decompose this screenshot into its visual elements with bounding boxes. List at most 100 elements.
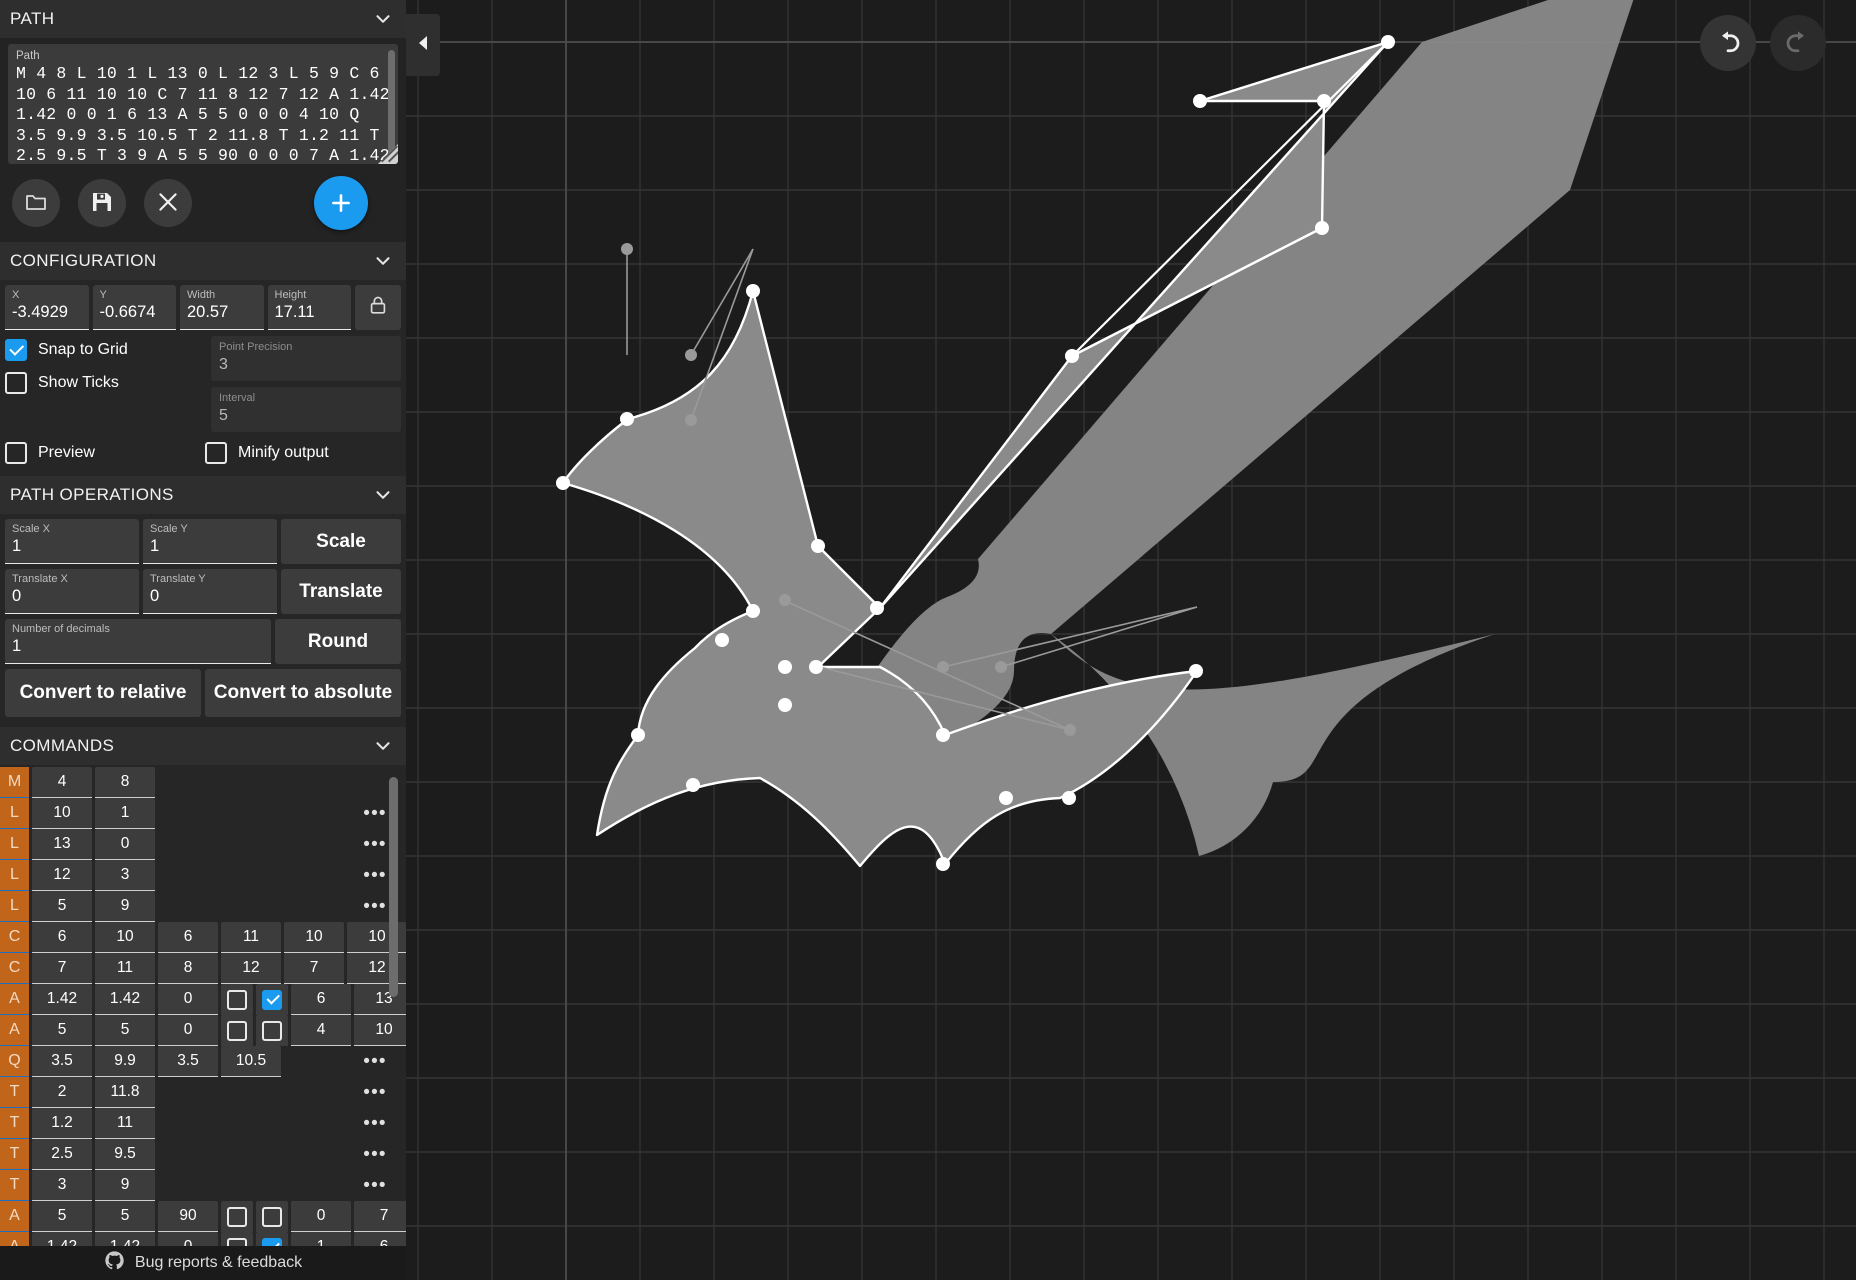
command-flag-checkbox[interactable] [221, 1201, 253, 1232]
command-value-cell[interactable]: 90 [158, 1201, 218, 1232]
decimals-input[interactable]: Number of decimals 1 [5, 619, 271, 664]
command-letter-badge[interactable]: A [0, 984, 29, 1015]
table-row[interactable]: Q 3.5 9.9 3.5 10.5 [0, 1046, 406, 1077]
command-value-cell[interactable]: 9 [95, 891, 155, 922]
open-file-button[interactable] [12, 179, 60, 227]
scale-y-input[interactable]: Scale Y 1 [143, 519, 277, 564]
command-value-cell[interactable]: 3 [95, 860, 155, 891]
path-operations-section-header[interactable]: PATH OPERATIONS [0, 476, 406, 514]
configuration-section-header[interactable]: CONFIGURATION [0, 242, 406, 280]
x-field[interactable]: X -3.4929 [5, 285, 89, 330]
chevron-down-icon[interactable] [370, 482, 396, 508]
chevron-down-icon[interactable] [370, 6, 396, 32]
path-scrollbar[interactable] [388, 50, 395, 154]
save-button[interactable] [78, 179, 126, 227]
path-handles-layer[interactable] [406, 0, 1856, 1280]
table-row[interactable]: C 6 10 6 11 10 10 [0, 922, 406, 953]
command-letter-badge[interactable]: L [0, 860, 29, 891]
path-section-header[interactable]: PATH [0, 0, 406, 38]
footer-bug-reports-link[interactable]: Bug reports & feedback [0, 1246, 406, 1280]
command-letter-badge[interactable]: L [0, 891, 29, 922]
command-value-cell[interactable]: 3 [32, 1170, 92, 1201]
command-value-cell[interactable]: 5 [32, 891, 92, 922]
command-value-cell[interactable]: 1.42 [95, 984, 155, 1015]
table-row[interactable]: T 2.5 9.5 [0, 1139, 406, 1170]
command-flag-checkbox[interactable] [221, 1015, 253, 1046]
close-button[interactable] [144, 179, 192, 227]
command-letter-badge[interactable]: A [0, 1015, 29, 1046]
round-button[interactable]: Round [275, 619, 401, 664]
chevron-down-icon[interactable] [370, 248, 396, 274]
command-value-cell[interactable]: 6 [32, 922, 92, 953]
interval-field[interactable]: Interval 5 [211, 387, 401, 432]
command-value-cell[interactable]: 10 [95, 922, 155, 953]
control-points[interactable] [621, 243, 1076, 736]
command-value-cell[interactable]: 12 [32, 860, 92, 891]
table-row[interactable]: L 12 3 [0, 860, 406, 891]
command-value-cell[interactable]: 13 [354, 984, 406, 1015]
table-row[interactable]: A 5 5 0 4 10 [0, 1015, 406, 1046]
y-field[interactable]: Y -0.6674 [92, 285, 176, 330]
table-row[interactable]: T 1.2 11 [0, 1108, 406, 1139]
command-flag-checkbox[interactable] [221, 984, 253, 1015]
height-field[interactable]: Height 17.11 [267, 285, 351, 330]
show-ticks-checkbox[interactable]: Show Ticks [5, 372, 205, 394]
command-value-cell[interactable]: 6 [291, 984, 351, 1015]
convert-to-relative-button[interactable]: Convert to relative [5, 669, 201, 717]
scale-x-input[interactable]: Scale X 1 [5, 519, 139, 564]
table-row[interactable]: C 7 11 8 12 7 12 [0, 953, 406, 984]
command-letter-badge[interactable]: C [0, 922, 29, 953]
command-value-cell[interactable]: 13 [32, 829, 92, 860]
command-letter-badge[interactable]: A [0, 1201, 29, 1232]
translate-button[interactable]: Translate [281, 569, 401, 614]
command-letter-badge[interactable]: L [0, 798, 29, 829]
command-value-cell[interactable]: 8 [95, 767, 155, 798]
command-letter-badge[interactable]: Q [0, 1046, 29, 1077]
command-value-cell[interactable]: 4 [32, 767, 92, 798]
command-value-cell[interactable]: 11 [221, 922, 281, 953]
command-value-cell[interactable]: 0 [291, 1201, 351, 1232]
redo-button[interactable] [1770, 15, 1826, 71]
command-letter-badge[interactable]: M [0, 767, 29, 798]
command-value-cell[interactable]: 7 [284, 953, 344, 984]
command-value-cell[interactable]: 5 [95, 1015, 155, 1046]
command-value-cell[interactable]: 7 [354, 1201, 406, 1232]
translate-x-input[interactable]: Translate X 0 [5, 569, 139, 614]
chevron-down-icon[interactable] [370, 733, 396, 759]
preview-checkbox[interactable]: Preview [5, 442, 205, 464]
table-row[interactable]: L 10 1 [0, 798, 406, 829]
command-value-cell[interactable]: 11 [95, 953, 155, 984]
command-value-cell[interactable]: 0 [158, 984, 218, 1015]
snap-to-grid-checkbox[interactable]: Snap to Grid [5, 339, 205, 361]
table-row[interactable]: T 2 11.8 [0, 1077, 406, 1108]
command-flag-checkbox[interactable] [256, 984, 288, 1015]
aspect-lock-button[interactable] [355, 285, 401, 330]
scale-button[interactable]: Scale [281, 519, 401, 564]
table-row[interactable]: L59 [0, 891, 406, 922]
table-row[interactable]: T39 [0, 1170, 406, 1201]
command-value-cell[interactable]: 1 [95, 798, 155, 829]
commands-scroll-area[interactable]: M48•••L101•••L130•••L123•••L59•••C610611… [0, 765, 406, 1280]
command-value-cell[interactable]: 5 [95, 1201, 155, 1232]
command-value-cell[interactable]: 2 [32, 1077, 92, 1108]
command-value-cell[interactable]: 9.9 [95, 1046, 155, 1077]
command-value-cell[interactable]: 0 [158, 1015, 218, 1046]
command-value-cell[interactable]: 10 [284, 922, 344, 953]
path-textarea[interactable]: Path M 4 8 L 10 1 L 13 0 L 12 3 L 5 9 C … [8, 44, 398, 164]
point-precision-field[interactable]: Point Precision 3 [211, 336, 401, 381]
command-value-cell[interactable]: 2.5 [32, 1139, 92, 1170]
command-value-cell[interactable]: 3.5 [158, 1046, 218, 1077]
translate-y-input[interactable]: Translate Y 0 [143, 569, 277, 614]
command-value-cell[interactable]: 8 [158, 953, 218, 984]
command-value-cell[interactable]: 1.2 [32, 1108, 92, 1139]
command-letter-badge[interactable]: L [0, 829, 29, 860]
commands-section-header[interactable]: COMMANDS [0, 727, 406, 765]
command-value-cell[interactable]: 1.42 [32, 984, 92, 1015]
command-value-cell[interactable]: 5 [32, 1201, 92, 1232]
add-command-button[interactable] [314, 176, 368, 230]
command-letter-badge[interactable]: T [0, 1077, 29, 1108]
collapse-sidebar-button[interactable] [406, 14, 440, 76]
command-value-cell[interactable]: 10 [32, 798, 92, 829]
command-letter-badge[interactable]: T [0, 1108, 29, 1139]
command-value-cell[interactable]: 6 [158, 922, 218, 953]
